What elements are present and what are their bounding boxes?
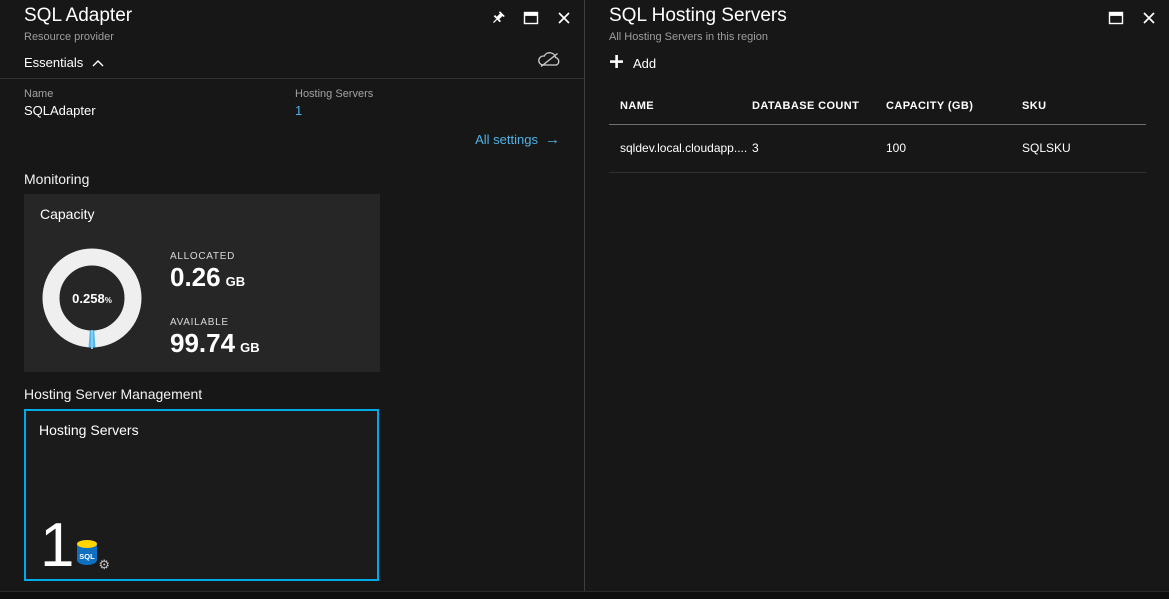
hosting-servers-table: NAME DATABASE COUNT CAPACITY (GB) SKU sq… <box>609 98 1146 173</box>
close-icon[interactable] <box>556 10 572 26</box>
chevron-up-icon <box>92 55 104 70</box>
cell-database-count: 3 <box>752 141 886 155</box>
pin-icon[interactable] <box>490 10 506 26</box>
cell-capacity: 100 <box>886 141 1022 155</box>
blade-controls <box>490 10 572 26</box>
table-header-row: NAME DATABASE COUNT CAPACITY (GB) SKU <box>609 98 1146 125</box>
essentials-label: Essentials <box>24 55 83 70</box>
available-value: 99.74 <box>170 329 235 358</box>
column-header-name: NAME <box>620 100 752 112</box>
capacity-tile[interactable]: Capacity 0.258 % ALLOCATED 0.26 GB <box>24 194 380 372</box>
hosting-tile-title: Hosting Servers <box>39 422 139 438</box>
capacity-donut-chart: 0.258 % <box>40 246 144 350</box>
cloud-icon <box>536 50 562 73</box>
all-settings-label: All settings <box>475 132 538 147</box>
sql-hosting-servers-blade: SQL Hosting Servers All Hosting Servers … <box>585 0 1169 591</box>
gauge-unit: % <box>105 296 112 305</box>
plus-icon <box>609 54 624 72</box>
allocated-metric: ALLOCATED 0.26 GB <box>170 251 245 292</box>
available-metric: AVAILABLE 99.74 GB <box>170 317 260 358</box>
blade-subtitle: All Hosting Servers in this region <box>609 31 768 43</box>
table-row[interactable]: sqldev.local.cloudapp.... 3 100 SQLSKU <box>609 125 1146 173</box>
column-header-capacity: CAPACITY (GB) <box>886 100 1022 112</box>
add-button-label: Add <box>633 56 656 71</box>
sql-database-icon: SQL ⚙ <box>74 538 102 570</box>
azure-stack-portal: SQL Adapter Resource provider <box>0 0 1169 599</box>
hosting-servers-label: Hosting Servers <box>295 88 373 100</box>
name-label: Name <box>24 88 96 100</box>
hosting-servers-tile[interactable]: Hosting Servers 1 SQL ⚙ <box>24 409 379 581</box>
sql-adapter-blade: SQL Adapter Resource provider <box>0 0 584 591</box>
blade-controls <box>1108 10 1157 26</box>
donut-center-value: 0.258 % <box>40 246 144 350</box>
bottom-strip <box>0 591 1169 599</box>
available-label: AVAILABLE <box>170 317 260 328</box>
column-header-sku: SKU <box>1022 100 1146 112</box>
allocated-unit: GB <box>226 274 246 289</box>
gauge-value: 0.258 <box>72 291 105 306</box>
close-icon[interactable] <box>1141 10 1157 26</box>
arrow-right-icon: → <box>545 131 560 148</box>
allocated-label: ALLOCATED <box>170 251 245 262</box>
monitoring-section-title: Monitoring <box>24 171 89 187</box>
divider <box>0 78 584 79</box>
maximize-icon[interactable] <box>1108 10 1124 26</box>
capacity-tile-title: Capacity <box>40 206 94 222</box>
add-button[interactable]: Add <box>609 54 656 72</box>
maximize-icon[interactable] <box>523 10 539 26</box>
management-section-title: Hosting Server Management <box>24 386 202 402</box>
gear-icon: ⚙ <box>98 558 110 573</box>
blade-title: SQL Adapter <box>24 5 132 27</box>
allocated-value: 0.26 <box>170 263 221 292</box>
field-hosting-servers: Hosting Servers 1 <box>295 88 373 118</box>
blade-title: SQL Hosting Servers <box>609 5 787 27</box>
field-name: Name SQLAdapter <box>24 88 96 118</box>
cell-sku: SQLSKU <box>1022 141 1146 155</box>
available-unit: GB <box>240 340 260 355</box>
blade-subtitle: Resource provider <box>24 31 114 43</box>
hosting-servers-count: 1 <box>40 515 74 577</box>
all-settings-link[interactable]: All settings → <box>475 131 560 148</box>
essentials-toggle[interactable]: Essentials <box>24 55 104 70</box>
column-header-database-count: DATABASE COUNT <box>752 100 886 112</box>
cell-name: sqldev.local.cloudapp.... <box>620 141 752 155</box>
sql-icon-label: SQL <box>79 552 95 561</box>
hosting-servers-value[interactable]: 1 <box>295 103 373 118</box>
name-value: SQLAdapter <box>24 103 96 118</box>
